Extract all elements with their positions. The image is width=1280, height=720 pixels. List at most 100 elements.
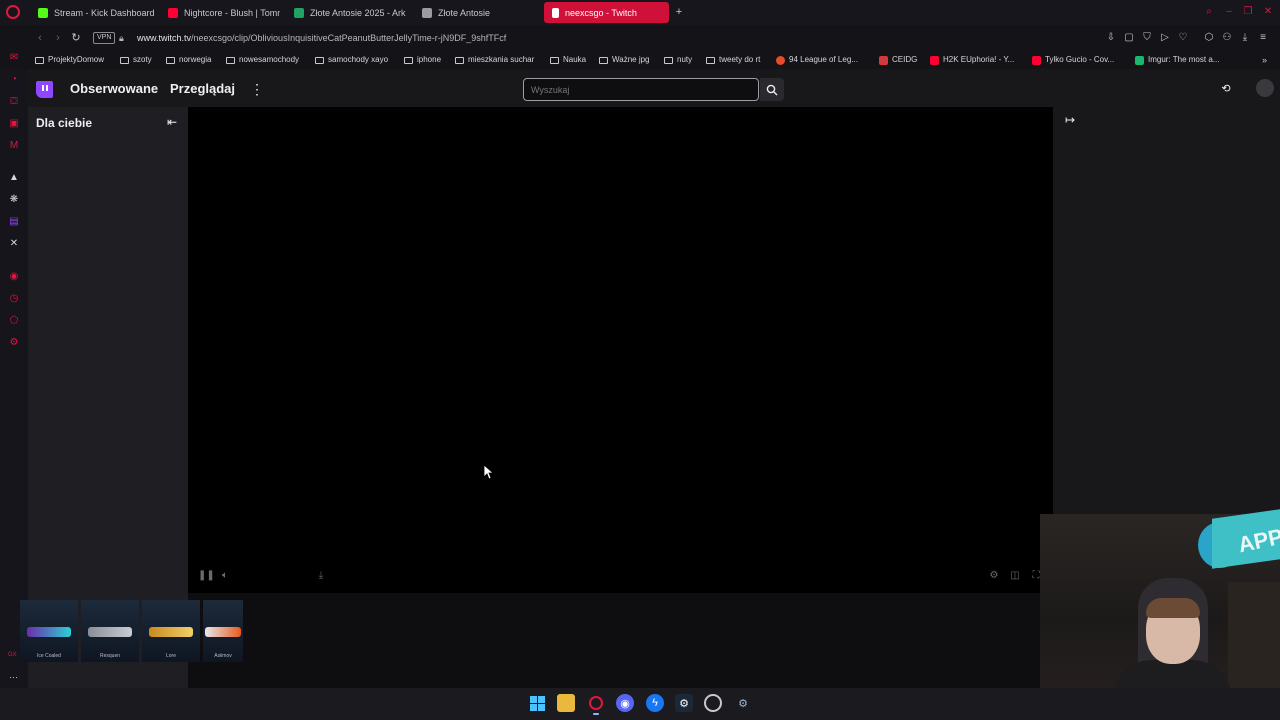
prime-loot-icon[interactable]: ⟲ bbox=[1219, 82, 1233, 96]
pin-icon[interactable]: ⇩ bbox=[1105, 32, 1117, 44]
browser-tab[interactable]: Złote Antosie 2025 - Ark bbox=[286, 2, 408, 23]
opera-logo-icon[interactable] bbox=[6, 5, 20, 19]
minimize-icon[interactable]: – bbox=[1224, 7, 1234, 17]
settings-icon[interactable]: ⚙ bbox=[8, 337, 20, 349]
browser-tab[interactable]: Złote Antosie bbox=[414, 2, 534, 23]
expand-chat-icon[interactable]: ↦ bbox=[1063, 113, 1077, 127]
close-icon[interactable]: ✕ bbox=[1263, 7, 1273, 17]
back-icon[interactable]: ‹ bbox=[34, 31, 46, 45]
download-icon[interactable]: ⤓ bbox=[315, 570, 327, 582]
collapse-sidebar-icon[interactable]: ⇤ bbox=[165, 115, 179, 129]
url-field[interactable]: www.twitch.tv/neexcsgo/clip/ObliviousInq… bbox=[137, 32, 506, 44]
volume-icon[interactable]: 🔈︎ bbox=[219, 570, 231, 582]
bookmark-folder[interactable]: ProjektyDomow bbox=[35, 54, 104, 66]
messenger-icon[interactable]: ϟ bbox=[646, 694, 664, 712]
profile-icon[interactable]: ⚇ bbox=[1221, 32, 1233, 44]
settings-icon[interactable]: ⚙ bbox=[734, 694, 752, 712]
bookmark-folder[interactable]: nuty bbox=[664, 54, 692, 66]
browser-tab[interactable]: Stream - Kick Dashboard bbox=[30, 2, 160, 23]
file-explorer-icon[interactable] bbox=[557, 694, 575, 712]
folder-icon bbox=[315, 56, 324, 64]
bookmark-folder[interactable]: Ważne jpg bbox=[599, 54, 650, 66]
theatre-mode-icon[interactable]: ◫ bbox=[1009, 570, 1021, 582]
bookmark-site[interactable]: CEIDG bbox=[879, 54, 917, 66]
bookmark-site[interactable]: Imgur: The most a... bbox=[1135, 54, 1219, 66]
bookmark-folder[interactable]: szoty bbox=[120, 54, 152, 66]
reload-icon[interactable]: ↻ bbox=[70, 31, 82, 45]
menu-icon[interactable]: ≡ bbox=[1257, 32, 1269, 44]
ceidg-favicon-icon bbox=[879, 55, 888, 65]
opera-gx-icon[interactable] bbox=[587, 694, 605, 715]
bookmark-label: H2K EUphoria! - Y... bbox=[943, 55, 1015, 64]
skin-card: Ice Coaled bbox=[20, 600, 78, 662]
snapshot-icon[interactable]: ▢ bbox=[1123, 32, 1135, 44]
bookmark-folder[interactable]: Nauka bbox=[550, 54, 586, 66]
more-options-icon[interactable]: ⋮ bbox=[250, 81, 264, 97]
youtube-favicon-icon bbox=[168, 7, 178, 18]
aria-icon[interactable]: ◔ bbox=[8, 74, 20, 86]
webcam-shelf bbox=[1228, 582, 1280, 688]
bookmark-label: mieszkania suchar bbox=[468, 55, 535, 64]
avatar[interactable] bbox=[1256, 79, 1274, 97]
nav-browse[interactable]: Przeglądaj bbox=[170, 80, 235, 98]
chat-column bbox=[1053, 107, 1280, 514]
messenger-icon[interactable]: ▣ bbox=[8, 118, 20, 130]
bookmark-label: Imgur: The most a... bbox=[1148, 55, 1220, 64]
heart-icon[interactable]: ♡ bbox=[1177, 32, 1189, 44]
lock-icon[interactable]: 🔒︎ bbox=[119, 32, 129, 44]
download-icon[interactable]: ⤓ bbox=[1239, 32, 1251, 44]
shield-icon[interactable]: ⛉ bbox=[1141, 32, 1153, 44]
browser-tab-active[interactable]: neexcsgo - Twitch bbox=[544, 2, 669, 23]
kick-favicon-icon bbox=[38, 7, 48, 18]
bookmark-label: CEIDG bbox=[892, 55, 918, 64]
twitch-icon[interactable]: ▤ bbox=[8, 216, 20, 228]
page-favicon-icon bbox=[422, 7, 432, 18]
twitch-logo-icon[interactable] bbox=[36, 81, 53, 98]
search-tabs-icon[interactable]: ⌕ bbox=[1204, 7, 1214, 17]
bookmark-label: nowesamochody bbox=[239, 55, 300, 64]
webcam-person-hair bbox=[1146, 598, 1200, 618]
bookmark-folder[interactable]: norwegia bbox=[166, 54, 211, 66]
bookmark-folder[interactable]: nowesamochody bbox=[226, 54, 299, 66]
nav-following[interactable]: Obserwowane bbox=[70, 80, 158, 98]
bookmark-site[interactable]: Tylko Gucio - Cov... bbox=[1032, 54, 1114, 66]
chatgpt-icon[interactable]: ❋ bbox=[8, 194, 20, 206]
player-icon[interactable]: ◉ bbox=[8, 271, 20, 283]
bookmark-site[interactable]: H2K EUphoria! - Y... bbox=[930, 54, 1014, 66]
obs-icon[interactable] bbox=[704, 694, 722, 712]
x-icon[interactable]: ✕ bbox=[8, 238, 20, 250]
pause-icon[interactable]: ❚❚ bbox=[198, 570, 215, 582]
bookmark-site[interactable]: 94 League of Leg... bbox=[776, 54, 858, 66]
bookmark-folder[interactable]: samochody xayo bbox=[315, 54, 388, 66]
bookmark-label: nuty bbox=[677, 55, 693, 64]
more-icon[interactable]: ⋯ bbox=[9, 672, 18, 683]
side-nav-title: Dla ciebie bbox=[36, 116, 93, 130]
steam-icon[interactable]: ⚙ bbox=[675, 694, 693, 712]
bag-icon[interactable]: ⛋ bbox=[8, 96, 20, 108]
gmail-icon[interactable]: M bbox=[8, 140, 20, 152]
folder-icon bbox=[706, 56, 715, 64]
folder-icon bbox=[35, 56, 44, 64]
bookmark-label: norwegia bbox=[179, 55, 212, 64]
bookmark-icon[interactable]: ⬠ bbox=[8, 315, 20, 327]
bookmarks-overflow-icon[interactable]: » bbox=[1262, 54, 1267, 66]
bookmark-folder[interactable]: iphone bbox=[404, 54, 441, 66]
forward-icon[interactable]: › bbox=[52, 31, 64, 45]
maximize-icon[interactable]: ❐ bbox=[1243, 7, 1253, 17]
ai-icon[interactable]: ▲ bbox=[8, 172, 20, 184]
search-button[interactable] bbox=[760, 78, 784, 101]
bookmark-folder[interactable]: tweety do rt bbox=[706, 54, 760, 66]
new-tab-button[interactable]: + bbox=[673, 6, 685, 18]
discord-icon[interactable]: ◉ bbox=[616, 694, 634, 712]
browser-tab[interactable]: Nightcore - Blush | Tomm bbox=[160, 2, 280, 23]
search-input[interactable] bbox=[523, 78, 759, 101]
history-icon[interactable]: ◷ bbox=[8, 293, 20, 305]
bookmark-folder[interactable]: mieszkania suchar bbox=[455, 54, 534, 66]
settings-icon[interactable]: ⚙ bbox=[988, 570, 1000, 582]
extensions-icon[interactable]: ⬡ bbox=[1203, 32, 1215, 44]
vpn-badge[interactable]: VPN bbox=[93, 32, 116, 44]
player-icon[interactable]: ▷ bbox=[1159, 32, 1171, 44]
mail-icon[interactable]: ✉ bbox=[8, 52, 20, 64]
video-player[interactable] bbox=[188, 107, 1053, 593]
windows-start-icon[interactable] bbox=[528, 694, 546, 712]
